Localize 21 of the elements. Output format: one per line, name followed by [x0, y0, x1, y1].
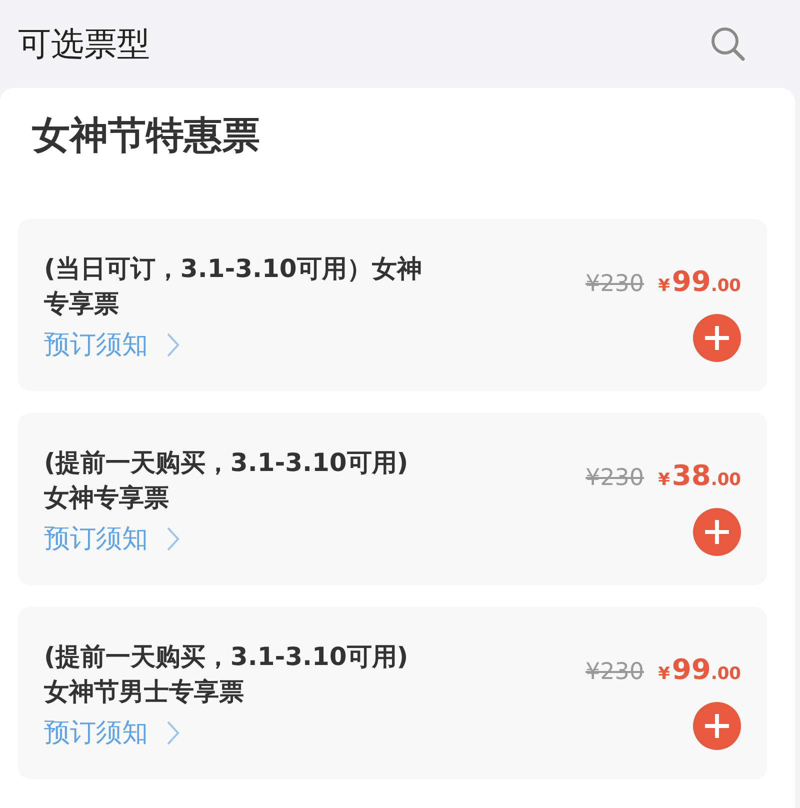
sale-price: ¥99.00 — [658, 265, 741, 298]
original-price: ¥230 — [586, 465, 644, 491]
search-icon[interactable] — [710, 26, 746, 62]
add-button[interactable] — [693, 702, 741, 750]
booking-notice-link[interactable]: 预订须知 — [44, 521, 180, 556]
original-price: ¥230 — [586, 659, 644, 685]
booking-notice-link[interactable]: 预订须知 — [44, 715, 180, 750]
booking-notice-link[interactable]: 预订须知 — [44, 327, 180, 362]
add-button[interactable] — [693, 314, 741, 362]
sale-price: ¥99.00 — [658, 653, 741, 686]
ticket-title: (提前一天购买，3.1-3.10可用) 女神节男士专享票 — [44, 641, 408, 708]
chevron-right-icon — [166, 332, 180, 358]
ticket-title: (当日可订，3.1-3.10可用）女神 专享票 — [44, 253, 422, 320]
chevron-right-icon — [166, 526, 180, 552]
chevron-right-icon — [166, 720, 180, 746]
add-button[interactable] — [693, 508, 741, 556]
original-price: ¥230 — [586, 271, 644, 297]
sale-price: ¥38.00 — [658, 459, 741, 492]
ticket-title: (提前一天购买，3.1-3.10可用) 女神专享票 — [44, 447, 408, 514]
page-title: 可选票型 — [18, 22, 150, 64]
section-title: 女神节特惠票 — [31, 112, 261, 159]
